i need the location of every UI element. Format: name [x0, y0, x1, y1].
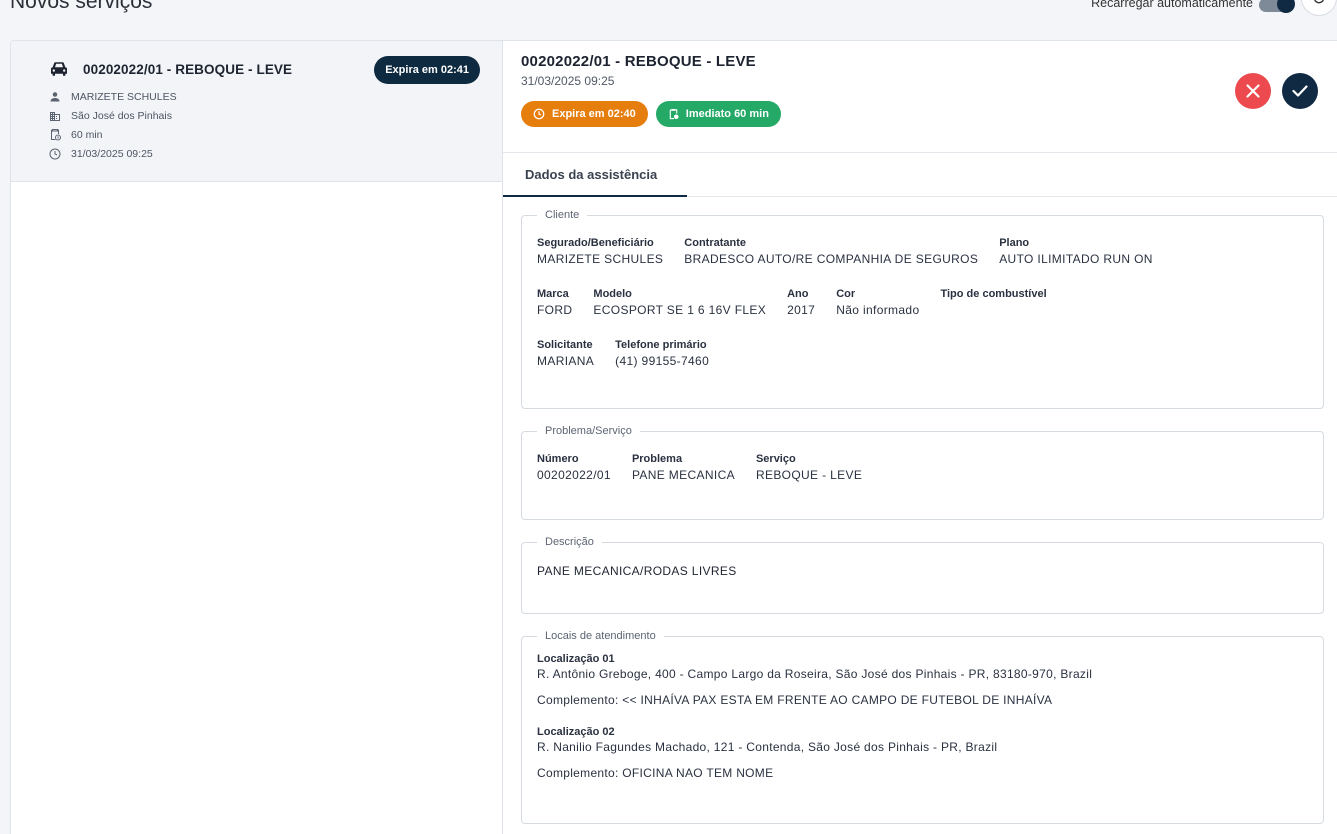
detail-tabs: Dados da assistência — [503, 153, 1337, 197]
detail-title: 00202022/01 - REBOQUE - LEVE — [521, 53, 756, 70]
telefone-field: Telefone primário (41) 99155-7460 — [615, 339, 710, 368]
segurado-field: Segurado/Beneficiário MARIZETE SCHULES — [537, 237, 664, 266]
expire-chip-label: Expira em 02:40 — [552, 108, 636, 120]
solicitante-field: Solicitante MARIANA — [537, 339, 595, 368]
card-title: 00202022/01 - REBOQUE - LEVE — [83, 61, 293, 77]
clock-icon — [533, 108, 545, 120]
problema-field: Problema PANE MECANICA — [631, 453, 735, 482]
card-city: São José dos Pinhais — [71, 109, 172, 122]
tab-dados-assistencia[interactable]: Dados da assistência — [503, 153, 687, 197]
reject-button[interactable] — [1235, 73, 1271, 109]
card-duration: 60 min — [71, 128, 103, 141]
locais-legend: Locais de atendimento — [545, 630, 656, 642]
expire-badge: Expira em 02:41 — [374, 56, 480, 84]
refresh-icon — [1314, 0, 1324, 4]
immediate-chip: Imediato 60 min — [655, 101, 781, 127]
ano-field: Ano 2017 — [787, 288, 816, 317]
cliente-section: Cliente Segurado/Beneficiário MARIZETE S… — [521, 209, 1324, 409]
modelo-field: Modelo ECOSPORT SE 1 6 16V FLEX — [593, 288, 767, 317]
descricao-text: PANE MECANICA/RODAS LIVRES — [537, 564, 737, 578]
toggle-knob — [1277, 0, 1295, 13]
service-detail: 00202022/01 - REBOQUE - LEVE 31/03/2025 … — [503, 41, 1337, 834]
check-icon — [1292, 85, 1308, 97]
page-title: Novos serviços — [10, 0, 153, 13]
location-01-address: R. Antônio Greboge, 400 - Campo Largo da… — [537, 667, 1093, 681]
marca-field: Marca FORD — [537, 288, 573, 317]
contratante-field: Contratante BRADESCO AUTO/RE COMPANHIA D… — [684, 237, 979, 266]
cliente-legend: Cliente — [545, 209, 580, 221]
main-panel: 00202022/01 - REBOQUE - LEVE Expira em 0… — [10, 40, 1337, 834]
card-datetime: 31/03/2025 09:25 — [71, 147, 153, 160]
descricao-section: Descrição PANE MECANICA/RODAS LIVRES — [521, 536, 1324, 614]
locais-section: Locais de atendimento Localização 01 R. … — [521, 630, 1324, 824]
immediate-chip-label: Imediato 60 min — [685, 108, 769, 120]
problema-section: Problema/Serviço Número 00202022/01 Prob… — [521, 425, 1324, 520]
location-02-complement: Complemento: OFICINA NAO TEM NOME — [537, 766, 774, 780]
close-icon — [1246, 84, 1260, 98]
card-client-line: MARIZETE SCHULES — [49, 87, 502, 106]
expire-chip: Expira em 02:40 — [521, 101, 648, 127]
detail-date: 31/03/2025 09:25 — [521, 74, 615, 88]
auto-reload-control: Recarregar automaticamente — [1091, 0, 1295, 13]
service-card[interactable]: 00202022/01 - REBOQUE - LEVE Expira em 0… — [11, 41, 502, 182]
accept-button[interactable] — [1282, 73, 1318, 109]
person-icon — [50, 91, 60, 101]
servico-field: Serviço REBOQUE - LEVE — [755, 453, 863, 482]
cor-field: Cor Não informado — [836, 288, 920, 317]
auto-reload-toggle[interactable] — [1259, 0, 1295, 13]
card-city-line: São José dos Pinhais — [49, 106, 502, 125]
location-02-address: R. Nanilio Fagundes Machado, 121 - Conte… — [537, 740, 998, 754]
card-date-line: 31/03/2025 09:25 — [49, 144, 502, 163]
service-list: 00202022/01 - REBOQUE - LEVE Expira em 0… — [11, 41, 503, 834]
problema-legend: Problema/Serviço — [545, 425, 632, 437]
location-01-complement: Complemento: << INHAÍVA PAX ESTA EM FREN… — [537, 693, 1053, 707]
combustivel-field: Tipo de combustível — [940, 288, 1047, 300]
plano-field: Plano AUTO ILIMITADO RUN ON — [999, 237, 1153, 266]
building-icon — [50, 111, 60, 121]
car-icon — [51, 62, 67, 76]
card-client: MARIZETE SCHULES — [71, 90, 177, 103]
numero-field: Número 00202022/01 — [537, 453, 611, 482]
clock-icon — [49, 148, 61, 159]
descricao-legend: Descrição — [545, 536, 594, 548]
auto-reload-label: Recarregar automaticamente — [1091, 0, 1253, 10]
detail-header: 00202022/01 - REBOQUE - LEVE 31/03/2025 … — [503, 41, 1337, 153]
location-01: Localização 01 R. Antônio Greboge, 400 -… — [537, 653, 1308, 707]
clipboard-clock-icon — [669, 108, 679, 120]
clipboard-clock-icon — [51, 129, 61, 141]
refresh-button[interactable] — [1301, 0, 1337, 16]
location-02: Localização 02 R. Nanilio Fagundes Macha… — [537, 726, 1308, 780]
card-duration-line: 60 min — [49, 125, 502, 144]
